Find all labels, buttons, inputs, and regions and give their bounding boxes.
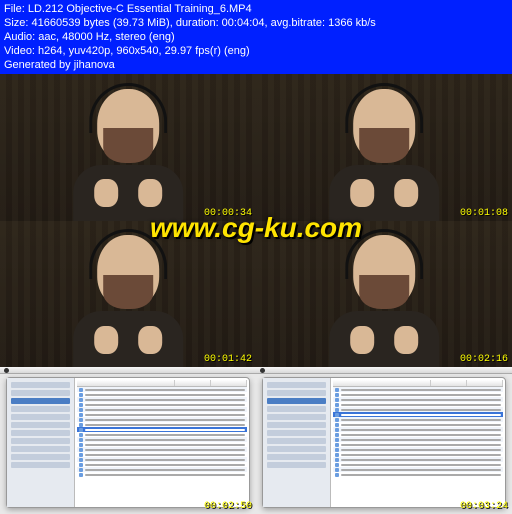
info-video: Video: h264, yuv420p, 960x540, 29.97 fps… (4, 44, 508, 58)
apple-menu-icon (260, 368, 265, 373)
finder-file-list (75, 378, 249, 507)
presenter-figure (307, 235, 461, 360)
info-audio: Audio: aac, 48000 Hz, stereo (eng) (4, 30, 508, 44)
info-file: File: LD.212 Objective-C Essential Train… (4, 2, 508, 16)
finder-sidebar (7, 378, 75, 507)
presenter-figure (51, 235, 205, 360)
timestamp-label: 00:02:16 (460, 354, 508, 365)
thumbnail-grid: 00:00:34 00:01:08 00:01:42 00:02:16 (0, 74, 512, 514)
thumb-2: 00:01:08 (256, 74, 512, 221)
thumb-4: 00:02:16 (256, 221, 512, 368)
info-size: Size: 41660539 bytes (39.73 MiB), durati… (4, 16, 508, 30)
finder-window (262, 377, 506, 508)
timestamp-label: 00:00:34 (204, 208, 252, 219)
timestamp-label: 00:01:08 (460, 208, 508, 219)
thumb-1: 00:00:34 (0, 74, 256, 221)
media-info-header: File: LD.212 Objective-C Essential Train… (0, 0, 512, 74)
timestamp-label: 00:02:50 (204, 501, 252, 512)
apple-menu-icon (4, 368, 9, 373)
finder-sidebar (263, 378, 331, 507)
timestamp-label: 00:01:42 (204, 354, 252, 365)
thumb-5-finder: 00:02:50 (0, 367, 256, 514)
finder-file-list (331, 378, 505, 507)
presenter-figure (307, 89, 461, 214)
mac-menubar (0, 367, 256, 374)
info-generated: Generated by jihanova (4, 58, 508, 72)
mac-menubar (256, 367, 512, 374)
thumb-6-finder: 00:03:24 (256, 367, 512, 514)
presenter-figure (51, 89, 205, 214)
thumb-3: 00:01:42 (0, 221, 256, 368)
finder-window (6, 377, 250, 508)
timestamp-label: 00:03:24 (460, 501, 508, 512)
